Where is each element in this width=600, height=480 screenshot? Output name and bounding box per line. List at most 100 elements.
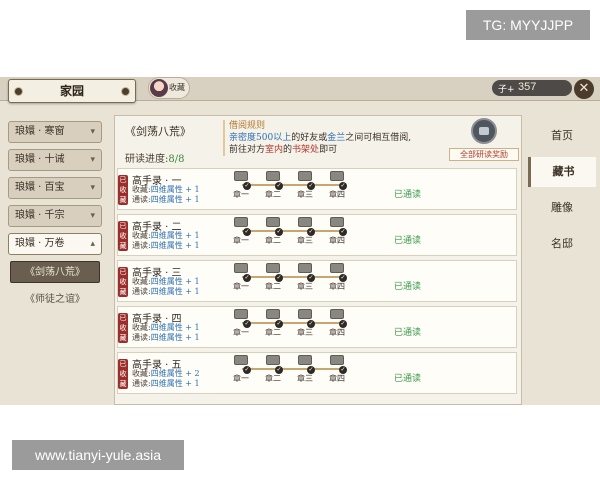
read-status: 已通读 bbox=[394, 328, 422, 338]
chapter-item[interactable]: ✓ 章三 bbox=[294, 309, 316, 338]
chevron-down-icon: ▾ bbox=[90, 127, 95, 137]
chapter-label: 章四 bbox=[329, 282, 345, 291]
nav-tab-statue[interactable]: 雕像 bbox=[528, 193, 596, 223]
chapter-item[interactable]: ✓ 章三 bbox=[294, 355, 316, 384]
book-icon: ✓ bbox=[298, 309, 315, 328]
avatar-label: 收藏 bbox=[169, 83, 185, 92]
chapter-item[interactable]: ✓ 章二 bbox=[262, 217, 284, 246]
chapter-item[interactable]: ✓ 章三 bbox=[294, 263, 316, 292]
attr-value: 四维属性 + 1 bbox=[150, 185, 200, 194]
check-icon: ✓ bbox=[275, 228, 283, 236]
left-menu-item-baibao[interactable]: 琅嬛 · 百宝 ▾ bbox=[8, 177, 102, 199]
left-sub-item-shitu[interactable]: 《师徒之谊》 bbox=[10, 289, 100, 311]
chapter-label: 章四 bbox=[329, 236, 345, 245]
close-icon[interactable]: ✕ bbox=[574, 79, 594, 99]
check-icon: ✓ bbox=[339, 274, 347, 282]
chapter-label: 章三 bbox=[297, 236, 313, 245]
chapter-item[interactable]: ✓ 章二 bbox=[262, 171, 284, 200]
attr-value: 四维属性 + 1 bbox=[150, 231, 200, 240]
nav-tab-home[interactable]: 首页 bbox=[528, 121, 596, 151]
chapter-item[interactable]: ✓ 章四 bbox=[326, 355, 348, 384]
rules-title: 借阅规则 bbox=[229, 121, 266, 131]
chapter-item[interactable]: ✓ 章一 bbox=[230, 263, 252, 292]
chapter-label: 章一 bbox=[233, 328, 249, 337]
book-row[interactable]: 已收藏 高手录 · 四收藏:四维属性 + 1 通读:四维属性 + 1 ✓ 章一 ✓ 章二 ✓ 章… bbox=[117, 306, 517, 348]
book-row[interactable]: 已收藏 高手录 · 五收藏:四维属性 + 2 通读:四维属性 + 1 ✓ 章一 ✓ 章二 ✓ 章… bbox=[117, 352, 517, 394]
book-icon: ✓ bbox=[298, 263, 315, 282]
chapter-item[interactable]: ✓ 章四 bbox=[326, 171, 348, 200]
check-icon: ✓ bbox=[275, 182, 283, 190]
chapter-label: 章四 bbox=[329, 374, 345, 383]
nav-tab-residence[interactable]: 名邸 bbox=[528, 229, 596, 259]
left-menu-item-qianzong[interactable]: 琅嬛 · 千宗 ▾ bbox=[8, 205, 102, 227]
chevron-up-icon: ▴ bbox=[90, 239, 95, 249]
left-menu-item-wanjuan[interactable]: 琅嬛 · 万卷 ▴ bbox=[8, 233, 102, 255]
left-sub-item-jiandang[interactable]: 《剑荡八荒》 bbox=[10, 261, 100, 283]
read-status: 已通读 bbox=[394, 236, 422, 246]
collected-stamp: 已收藏 bbox=[118, 175, 128, 205]
left-menu-label: 琅嬛 · 千宗 bbox=[15, 210, 65, 221]
chapter-item[interactable]: ✓ 章四 bbox=[326, 217, 348, 246]
book-row[interactable]: 已收藏 高手录 · 三收藏:四维属性 + 1 通读:四维属性 + 1 ✓ 章一 ✓ 章二 ✓ 章… bbox=[117, 260, 517, 302]
rules-text: 前往对方 bbox=[229, 145, 266, 155]
chapter-item[interactable]: ✓ 章一 bbox=[230, 217, 252, 246]
chapter-item[interactable]: ✓ 章四 bbox=[326, 263, 348, 292]
borrow-rules: 借阅规则 亲密度500以上的好友或金兰之间可相互借阅, 前往对方室内的书架处即可 bbox=[223, 120, 445, 156]
book-row[interactable]: 已收藏 高手录 · 一收藏:四维属性 + 1 通读:四维属性 + 1 ✓ 章一 ✓ 章二 ✓ 章… bbox=[117, 168, 517, 210]
chapter-label: 章三 bbox=[297, 374, 313, 383]
rules-text: 室内 bbox=[265, 145, 284, 155]
chapter-item[interactable]: ✓ 章四 bbox=[326, 309, 348, 338]
book-icon: ✓ bbox=[266, 355, 283, 374]
attr-key: 收藏: bbox=[132, 185, 151, 194]
attr-value: 四维属性 + 2 bbox=[150, 369, 200, 378]
check-icon: ✓ bbox=[243, 182, 251, 190]
chapter-label: 章二 bbox=[265, 374, 281, 383]
left-menu-label: 琅嬛 · 十诫 bbox=[15, 154, 65, 165]
attr-value: 四维属性 + 1 bbox=[150, 241, 200, 250]
progress-value: 8/8 bbox=[168, 154, 185, 165]
reading-progress: 研读进度:8/8 bbox=[125, 150, 184, 165]
book-title: 《剑荡八荒》 bbox=[125, 125, 191, 138]
nav-tab-collection[interactable]: 藏书 bbox=[528, 157, 596, 187]
book-icon: ✓ bbox=[298, 217, 315, 236]
chevron-down-icon: ▾ bbox=[90, 155, 95, 165]
chapter-item[interactable]: ✓ 章二 bbox=[262, 263, 284, 292]
currency-icon: 子+ bbox=[498, 85, 515, 95]
attr-value: 四维属性 + 1 bbox=[150, 195, 200, 204]
check-icon: ✓ bbox=[243, 228, 251, 236]
scroll-knob-right bbox=[121, 87, 130, 96]
chapter-item[interactable]: ✓ 章三 bbox=[294, 217, 316, 246]
attr-value: 四维属性 + 1 bbox=[150, 287, 200, 296]
chapter-item[interactable]: ✓ 章一 bbox=[230, 355, 252, 384]
left-menu-item-hanchuang[interactable]: 琅嬛 · 寒窗 ▾ bbox=[8, 121, 102, 143]
rules-text: 金兰 bbox=[327, 133, 346, 143]
read-attr: 通读:四维属性 + 1 bbox=[132, 286, 200, 297]
chapter-item[interactable]: ✓ 章二 bbox=[262, 355, 284, 384]
watermark-bottom: www.tianyi-yule.asia bbox=[12, 440, 184, 470]
screenshot: TG: MYYJJPP 家园 收藏 子+ 357 ✕ 琅嬛 · 寒窗 ▾ 琅嬛 ·… bbox=[0, 0, 600, 480]
chapter-label: 章一 bbox=[233, 374, 249, 383]
book-row[interactable]: 已收藏 高手录 · 二收藏:四维属性 + 1 通读:四维属性 + 1 ✓ 章一 ✓ 章二 ✓ 章… bbox=[117, 214, 517, 256]
rules-text: 500以上 bbox=[256, 133, 292, 143]
right-nav: 首页 藏书 雕像 名邸 bbox=[524, 115, 600, 405]
chapter-item[interactable]: ✓ 章二 bbox=[262, 309, 284, 338]
all-read-reward-button[interactable]: 全部研读奖励 bbox=[449, 118, 519, 162]
book-icon: ✓ bbox=[234, 309, 251, 328]
check-icon: ✓ bbox=[339, 366, 347, 374]
chapter-label: 章二 bbox=[265, 328, 281, 337]
home-tab[interactable]: 家园 bbox=[8, 79, 136, 103]
chapter-item[interactable]: ✓ 章三 bbox=[294, 171, 316, 200]
left-menu-item-shijie[interactable]: 琅嬛 · 十诫 ▾ bbox=[8, 149, 102, 171]
reward-label: 全部研读奖励 bbox=[449, 148, 519, 161]
avatar[interactable]: 收藏 bbox=[148, 77, 190, 99]
chapter-label: 章四 bbox=[329, 190, 345, 199]
chapter-item[interactable]: ✓ 章一 bbox=[230, 171, 252, 200]
attr-value: 四维属性 + 1 bbox=[150, 323, 200, 332]
chapter-label: 章一 bbox=[233, 190, 249, 199]
chapter-label: 章三 bbox=[297, 282, 313, 291]
chapter-item[interactable]: ✓ 章一 bbox=[230, 309, 252, 338]
currency-display[interactable]: 子+ 357 bbox=[492, 80, 572, 96]
book-icon: ✓ bbox=[330, 171, 347, 190]
attr-key: 通读: bbox=[132, 195, 151, 204]
chapter-label: 章二 bbox=[265, 190, 281, 199]
